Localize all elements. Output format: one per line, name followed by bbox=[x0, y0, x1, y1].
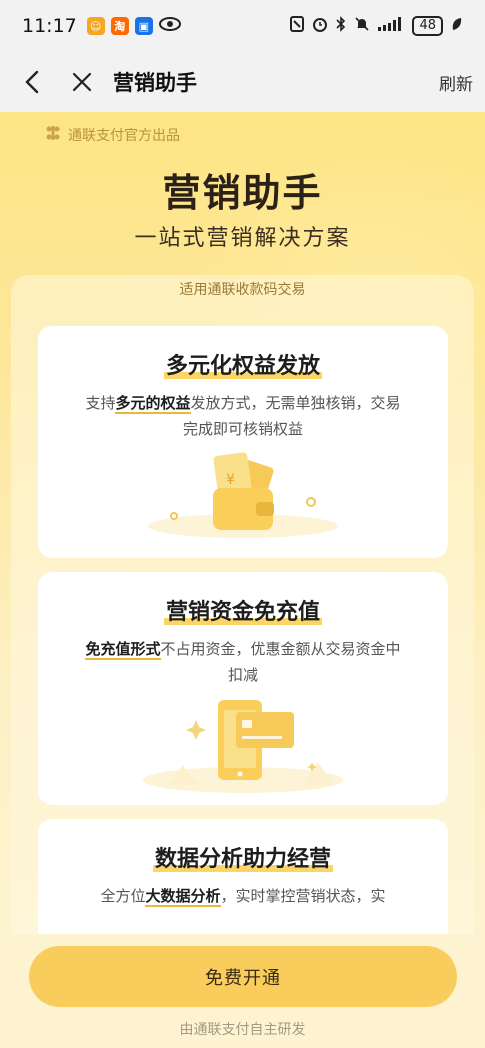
desc-highlight: 多元的权益 bbox=[115, 394, 191, 414]
desc-highlight: 免充值形式 bbox=[85, 640, 161, 660]
page-title: 营销助手 bbox=[113, 71, 197, 95]
card-title-text: 营销资金免充值 bbox=[163, 594, 323, 626]
status-bar: 11:17 ☺ 淘 ▣ 48 bbox=[0, 0, 485, 52]
leaf-icon bbox=[451, 17, 463, 35]
card-description: 支持多元的权益发放方式，无需单独核销，交易完成即可核销权益 bbox=[78, 390, 408, 442]
bottom-bar: 免费开通 由通联支付自主研发 bbox=[0, 934, 485, 1048]
alarm-icon bbox=[312, 16, 328, 36]
free-activate-button[interactable]: 免费开通 bbox=[29, 946, 457, 1007]
desc-suffix: 不占用资金，优惠金额从交易资金中扣减 bbox=[160, 640, 401, 684]
nav-bar: 营销助手 刷新 bbox=[0, 52, 485, 112]
battery-indicator: 48 bbox=[412, 16, 443, 36]
close-icon[interactable] bbox=[68, 68, 96, 96]
status-icons: 48 bbox=[290, 16, 463, 36]
hero-subtitle: 一站式营销解决方案 bbox=[134, 226, 351, 251]
desc-suffix: ，实时掌控营销状态，实 bbox=[220, 887, 386, 905]
card-description: 全方位大数据分析，实时掌控营销状态，实 bbox=[78, 883, 408, 909]
eye-icon bbox=[158, 16, 181, 37]
refresh-button[interactable]: 刷新 bbox=[439, 70, 473, 95]
desc-prefix: 全方位 bbox=[100, 887, 146, 905]
signal-icon bbox=[378, 17, 404, 35]
nfc-icon bbox=[290, 16, 305, 36]
bluetooth-icon bbox=[336, 16, 346, 36]
feature-card-analytics: 数据分析助力经营 全方位大数据分析，实时掌控营销状态，实 bbox=[38, 819, 448, 934]
brand-text: 通联支付官方出品 bbox=[68, 128, 180, 144]
taobao-icon: 淘 bbox=[110, 17, 129, 35]
card-title-text: 多元化权益发放 bbox=[163, 348, 323, 380]
desc-prefix: 支持 bbox=[85, 394, 116, 412]
desc-suffix: 发放方式，无需单独核销，交易完成即可核销权益 bbox=[182, 394, 401, 438]
card-description: 免充值形式不占用资金，优惠金额从交易资金中扣减 bbox=[78, 636, 408, 688]
card-title: 数据分析助力经营 bbox=[38, 841, 448, 873]
main-content[interactable]: 通联支付官方出品 营销助手 一站式营销解决方案 适用通联收款码交易 多元化权益发… bbox=[0, 112, 485, 934]
mute-icon bbox=[354, 16, 370, 36]
desc-highlight: 大数据分析 bbox=[145, 887, 221, 907]
card-title: 营销资金免充值 bbox=[38, 594, 448, 626]
brand-label: 通联支付官方出品 bbox=[44, 124, 180, 146]
feature-card-rights: 多元化权益发放 支持多元的权益发放方式，无需单独核销，交易完成即可核销权益 ¥ bbox=[38, 326, 448, 558]
brand-logo-icon bbox=[44, 124, 62, 146]
hero-title: 营销助手 bbox=[162, 171, 323, 215]
feature-card-funds: 营销资金免充值 免充值形式不占用资金，优惠金额从交易资金中扣减 bbox=[38, 572, 448, 805]
phone-card-illustration bbox=[143, 700, 343, 793]
card-title-text: 数据分析助力经营 bbox=[152, 841, 334, 873]
wallet-illustration: ¥ bbox=[148, 452, 338, 538]
app-notification-icon: ☺ bbox=[86, 17, 105, 35]
svg-text:¥: ¥ bbox=[226, 472, 235, 488]
footer-note: 由通联支付自主研发 bbox=[179, 1022, 306, 1038]
panel-tag: 适用通联收款码交易 bbox=[179, 282, 306, 298]
status-time: 11:17 bbox=[22, 15, 77, 37]
card-title: 多元化权益发放 bbox=[38, 348, 448, 380]
app-notification-icon-2: ▣ bbox=[134, 17, 153, 35]
back-icon[interactable] bbox=[20, 68, 46, 96]
